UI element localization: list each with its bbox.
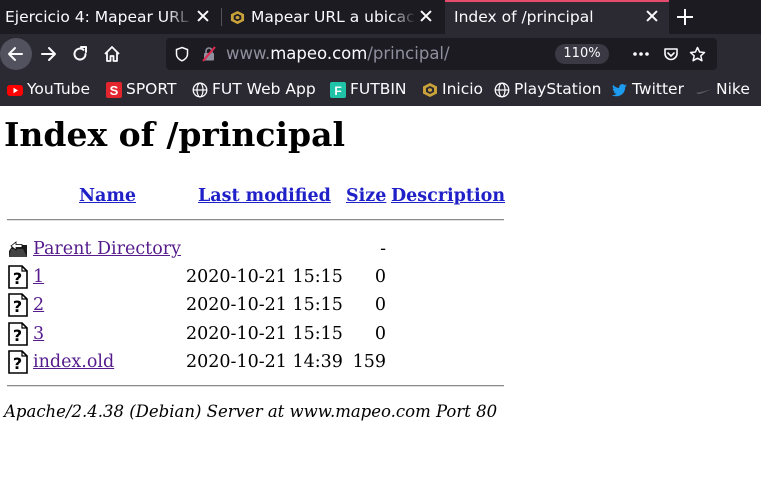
row-size: - (380, 239, 386, 259)
shield-icon[interactable] (174, 46, 190, 62)
parent-directory-link[interactable]: Parent Directory (33, 239, 181, 259)
tab-title: Ejercicio 4: Mapear URL a ubicacio (5, 8, 191, 26)
table-row: ? 3 2020-10-21 15:15 0 (0, 322, 761, 350)
page-title: Index of /principal (4, 115, 346, 154)
unknown-file-icon: ? (8, 265, 28, 289)
column-header-name[interactable]: Name (79, 186, 136, 206)
file-link[interactable]: index.old (33, 352, 114, 372)
row-last-modified: 2020-10-21 15:15 (186, 324, 343, 344)
home-icon (104, 46, 120, 62)
forward-button[interactable] (32, 38, 64, 70)
nav-toolbar: www.mapeo.com/principal/ 110% (0, 34, 761, 74)
svg-text:?: ? (13, 297, 22, 316)
divider-top (7, 219, 504, 221)
forward-arrow-icon (41, 47, 56, 61)
table-row-parent: Parent Directory - (0, 237, 761, 265)
nike-icon (696, 89, 712, 95)
youtube-icon (7, 85, 23, 96)
sport-icon: S (106, 82, 122, 98)
svg-text:F: F (334, 84, 341, 98)
svg-text:?: ? (13, 326, 22, 345)
tab-index-principal[interactable]: Index of /principal (445, 0, 669, 34)
bookmarks-toolbar: YouTube S SPORT FUT Web App F FUTBIN Ini… (0, 74, 761, 106)
page-actions-menu-icon[interactable] (632, 46, 650, 62)
bookmark-star-icon[interactable] (689, 46, 706, 63)
row-last-modified: 2020-10-21 15:15 (186, 295, 343, 315)
url-text[interactable]: www.mapeo.com/principal/ (226, 44, 450, 63)
row-last-modified: 2020-10-21 14:39 (186, 352, 343, 372)
tab-ejercicio[interactable]: Ejercicio 4: Mapear URL a ubicacio (0, 0, 221, 34)
table-row: ? index.old 2020-10-21 14:39 159 (0, 350, 761, 378)
svg-text:S: S (110, 83, 119, 98)
back-folder-icon (9, 241, 27, 257)
cube-icon (230, 10, 245, 25)
globe-icon (192, 82, 208, 98)
url-host: mapeo.com (270, 44, 368, 63)
page-content: Index of /principal Name Last modified S… (0, 106, 761, 495)
tab-close-icon[interactable] (418, 8, 434, 24)
tab-close-icon[interactable] (195, 8, 211, 24)
table-row: ? 2 2020-10-21 15:15 0 (0, 293, 761, 321)
table-row: ? 1 2020-10-21 15:15 0 (0, 265, 761, 293)
url-path: /principal/ (367, 44, 450, 63)
tab-title: Index of /principal (454, 8, 594, 26)
svg-text:?: ? (13, 354, 22, 373)
file-link[interactable]: 2 (33, 295, 44, 315)
tab-strip: Ejercicio 4: Mapear URL a ubicacio Mapea… (0, 0, 761, 34)
unknown-file-icon: ? (8, 350, 28, 374)
back-button[interactable] (0, 38, 32, 70)
futbin-icon: F (330, 82, 346, 98)
server-signature: Apache/2.4.38 (Debian) Server at www.map… (4, 402, 498, 421)
file-link[interactable]: 3 (33, 324, 44, 344)
zoom-level-badge[interactable]: 110% (555, 44, 609, 64)
file-link[interactable]: 1 (33, 267, 44, 287)
new-tab-icon[interactable] (676, 8, 694, 26)
tab-mapear[interactable]: Mapear URL a ubicacio (222, 0, 444, 34)
row-size: 0 (374, 324, 386, 344)
globe-icon (494, 82, 510, 98)
url-bar[interactable]: www.mapeo.com/principal/ 110% (166, 38, 717, 70)
row-size: 159 (352, 352, 386, 372)
twitter-icon (612, 84, 627, 97)
reload-icon (73, 46, 87, 61)
column-header-description[interactable]: Description (391, 186, 505, 206)
insecure-lock-icon[interactable] (201, 46, 217, 62)
unknown-file-icon: ? (8, 322, 28, 346)
reload-button[interactable] (64, 38, 96, 70)
row-size: 0 (374, 267, 386, 287)
row-size: 0 (374, 295, 386, 315)
pocket-icon[interactable] (663, 46, 679, 62)
back-arrow-icon (8, 47, 23, 61)
home-button[interactable] (96, 38, 128, 70)
column-header-last-modified[interactable]: Last modified (198, 186, 331, 206)
tab-close-icon[interactable] (644, 8, 660, 24)
svg-text:?: ? (13, 269, 22, 288)
row-last-modified: 2020-10-21 15:15 (186, 267, 343, 287)
cube-icon (423, 83, 437, 97)
browser-chrome: Ejercicio 4: Mapear URL a ubicacio Mapea… (0, 0, 761, 106)
unknown-file-icon: ? (8, 293, 28, 317)
divider-bottom (7, 385, 504, 387)
column-header-size[interactable]: Size (346, 186, 386, 206)
